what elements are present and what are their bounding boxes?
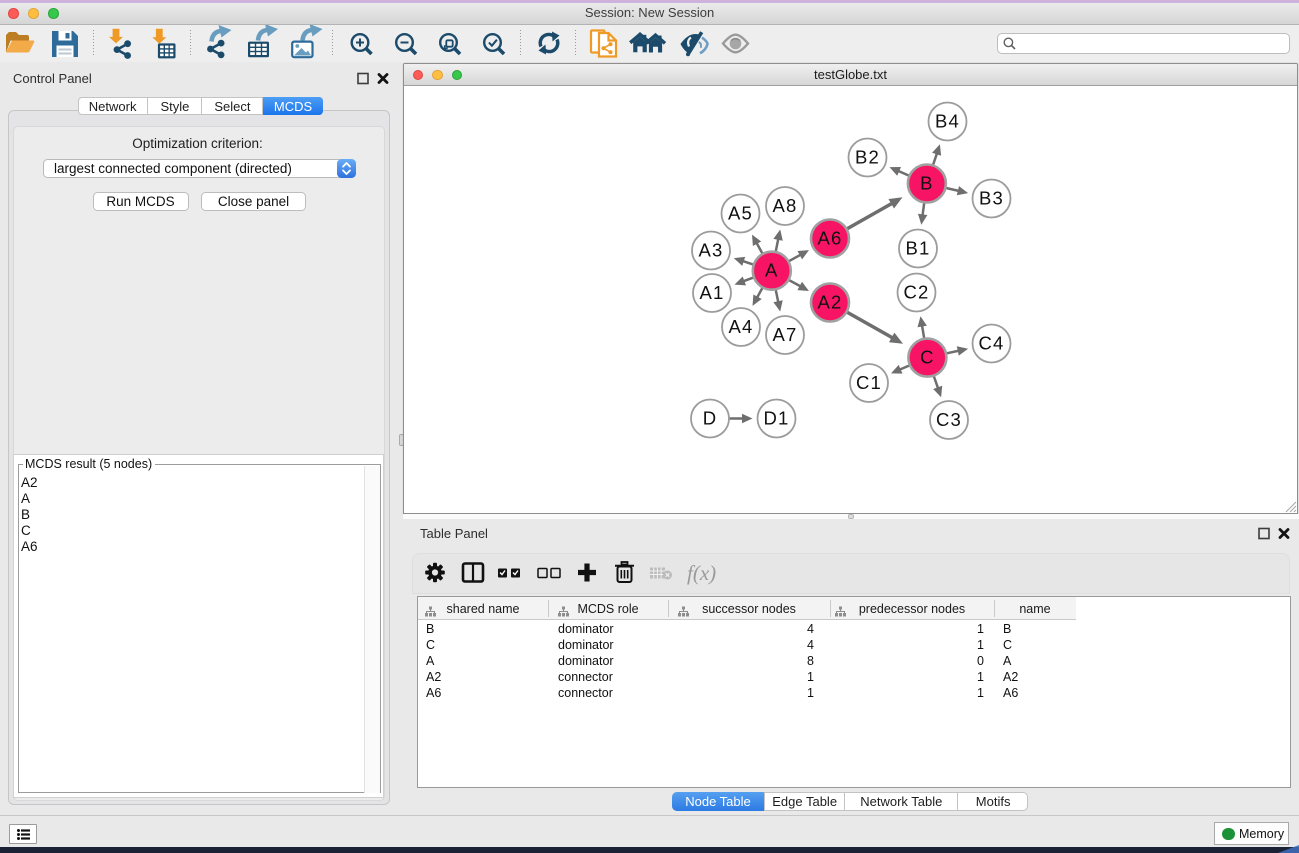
svg-text:f(x): f(x) (687, 561, 716, 585)
svg-text:B3: B3 (979, 187, 1004, 208)
svg-text:A4: A4 (728, 316, 753, 337)
svg-text:C2: C2 (903, 281, 929, 302)
svg-text:A: A (765, 259, 779, 280)
svg-text:C4: C4 (978, 332, 1004, 353)
svg-text:C: C (920, 346, 935, 367)
svg-text:A6: A6 (817, 227, 842, 248)
svg-text:A7: A7 (772, 324, 797, 345)
svg-text:A5: A5 (728, 202, 753, 223)
svg-text:B4: B4 (935, 110, 960, 131)
svg-text:B: B (920, 172, 934, 193)
svg-text:D1: D1 (763, 407, 789, 428)
svg-text:A2: A2 (817, 291, 842, 312)
svg-text:A3: A3 (698, 239, 723, 260)
svg-text:A8: A8 (772, 195, 797, 216)
svg-text:C3: C3 (936, 409, 962, 430)
svg-text:D: D (703, 407, 718, 428)
svg-text:B2: B2 (855, 146, 880, 167)
svg-text:B1: B1 (905, 237, 930, 258)
svg-text:C1: C1 (856, 372, 882, 393)
svg-text:A1: A1 (699, 282, 724, 303)
